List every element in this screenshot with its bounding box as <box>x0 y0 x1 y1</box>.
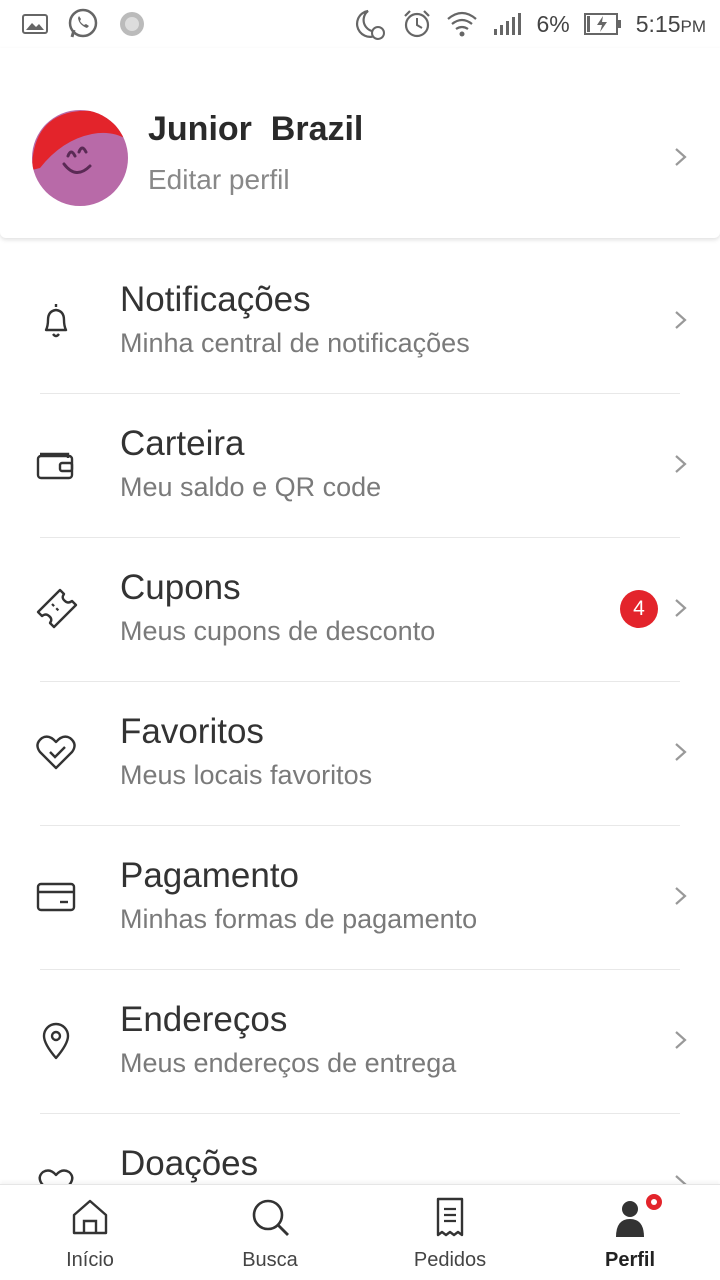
chevron-right-icon <box>675 311 687 329</box>
home-icon <box>72 1199 108 1235</box>
sync-icon <box>120 12 144 36</box>
image-icon <box>22 14 48 34</box>
nav-perfil[interactable]: Perfil <box>540 1185 720 1280</box>
chevron-right-icon <box>675 148 687 166</box>
status-bar: 6% 5:15PM <box>0 0 720 48</box>
clock: 5:15PM <box>635 10 707 37</box>
heart-check-icon <box>36 735 76 770</box>
menu-item-title: Notificações <box>120 280 311 319</box>
menu-item-subtitle: Minhas formas de pagamento <box>120 904 478 934</box>
card-icon <box>36 882 76 912</box>
location-pin-icon <box>42 1022 70 1060</box>
signal-icon <box>494 13 522 35</box>
ticket-icon <box>36 588 78 629</box>
menu-item-title: Cupons <box>120 568 241 607</box>
menu-item-title: Favoritos <box>120 712 264 751</box>
menu-item-cupons[interactable]: Cupons Meus cupons de desconto 4 <box>0 538 720 682</box>
chevron-right-icon <box>675 599 687 617</box>
menu-item-title: Doações <box>120 1144 259 1183</box>
menu-item-pagamento[interactable]: Pagamento Minhas formas de pagamento <box>0 826 720 970</box>
battery-charging-icon <box>583 13 621 35</box>
menu-item-subtitle: Meu saldo e QR code <box>120 472 382 502</box>
status-bar-left <box>22 7 146 41</box>
search-icon <box>252 1199 289 1236</box>
menu-item-title: Carteira <box>120 424 245 463</box>
nav-pedidos[interactable]: Pedidos <box>360 1185 540 1280</box>
menu-item-enderecos[interactable]: Endereços Meus endereços de entrega <box>0 970 720 1114</box>
profile-header[interactable]: Junior Brazil Editar perfil <box>0 48 720 238</box>
nav-label: Perfil <box>604 1249 656 1271</box>
chevron-right-icon <box>675 1031 687 1049</box>
nav-label: Busca <box>242 1249 298 1271</box>
coupon-count-badge: 4 <box>620 590 658 628</box>
moon-icon <box>356 9 386 40</box>
nav-label: Pedidos <box>413 1249 487 1271</box>
clock-ampm: PM <box>680 16 707 36</box>
nav-busca[interactable]: Busca <box>180 1185 360 1280</box>
profile-name: Junior Brazil <box>148 110 364 148</box>
menu-item-favoritos[interactable]: Favoritos Meus locais favoritos <box>0 682 720 826</box>
menu-item-subtitle: Meus locais favoritos <box>120 760 373 790</box>
bottom-navigation: Início Busca Pedidos Perfil <box>0 1184 720 1280</box>
chevron-right-icon <box>675 455 687 473</box>
battery-percent: 6% <box>536 10 570 37</box>
profile-menu-list: Notificações Minha central de notificaçõ… <box>0 250 720 1258</box>
notification-dot <box>643 1191 665 1213</box>
avatar <box>32 110 128 206</box>
whatsapp-icon <box>68 8 98 38</box>
nav-label: Início <box>66 1249 114 1271</box>
menu-item-subtitle: Meus cupons de desconto <box>120 616 436 646</box>
menu-item-subtitle: Meus endereços de entrega <box>120 1048 457 1078</box>
menu-item-notificacoes[interactable]: Notificações Minha central de notificaçõ… <box>0 250 720 394</box>
alarm-icon <box>404 10 431 38</box>
wallet-icon <box>36 452 74 480</box>
chevron-right-icon <box>675 887 687 905</box>
chevron-right-icon <box>675 743 687 761</box>
edit-profile-link[interactable]: Editar perfil <box>148 164 290 196</box>
menu-item-title: Endereços <box>120 1000 288 1039</box>
receipt-icon <box>436 1197 464 1237</box>
bell-icon <box>44 304 68 338</box>
nav-inicio[interactable]: Início <box>0 1185 180 1280</box>
wifi-icon <box>447 11 478 37</box>
menu-item-title: Pagamento <box>120 856 300 895</box>
status-bar-right: 6% 5:15PM <box>352 7 706 41</box>
menu-item-subtitle: Minha central de notificações <box>120 328 470 358</box>
menu-item-carteira[interactable]: Carteira Meu saldo e QR code <box>0 394 720 538</box>
